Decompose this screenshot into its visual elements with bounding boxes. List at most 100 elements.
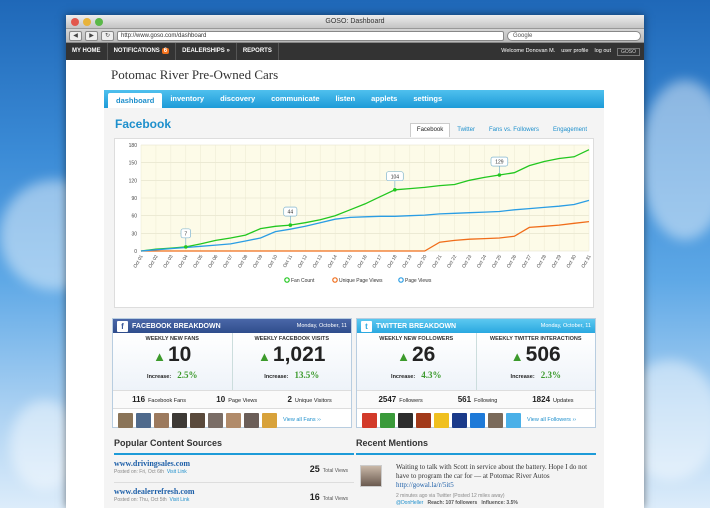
list-item: www.dealerrefresh.com Posted on: Thu, Oc… — [114, 483, 354, 508]
facebook-logo-icon: f — [117, 320, 128, 332]
nav-dealerships[interactable]: DEALERSHIPS » — [176, 43, 237, 60]
nav-reports[interactable]: REPORTS — [237, 43, 279, 60]
x-tick-label: Oct 23 — [461, 254, 473, 270]
nav-my-home[interactable]: MY HOME — [66, 43, 108, 60]
legend-label: Fan Count — [291, 278, 315, 284]
section-title: Facebook — [115, 117, 172, 131]
avatar[interactable] — [360, 465, 382, 487]
visit-link[interactable]: Visit Link — [167, 469, 187, 475]
callout-label: 44 — [288, 210, 294, 216]
visit-link[interactable]: Visit Link — [170, 497, 190, 503]
fan-avatar[interactable] — [136, 413, 151, 428]
fan-avatar[interactable] — [244, 413, 259, 428]
tab-settings[interactable]: settings — [405, 90, 450, 108]
x-tick-label: Oct 20 — [416, 254, 428, 270]
welcome-text: Welcome Donovan M. — [501, 47, 556, 54]
follower-avatar[interactable] — [434, 413, 449, 428]
increase-label: Increase: — [510, 374, 535, 380]
chart-tab-engagement[interactable]: Engagement — [546, 123, 594, 137]
address-bar[interactable]: http://www.goso.com/dashboard — [117, 30, 504, 41]
x-tick-label: Oct 27 — [521, 254, 533, 270]
tab-communicate[interactable]: communicate — [263, 90, 327, 108]
x-tick-label: Oct 05 — [192, 254, 204, 270]
x-tick-label: Oct 09 — [252, 254, 264, 270]
back-button[interactable]: ◀ — [69, 30, 82, 41]
fan-avatar[interactable] — [118, 413, 133, 428]
fan-avatar[interactable] — [226, 413, 241, 428]
data-point — [393, 187, 397, 192]
increase-label: Increase: — [264, 374, 289, 380]
tab-dashboard[interactable]: dashboard — [108, 93, 163, 108]
close-window-button[interactable] — [71, 18, 79, 26]
mention-item: Waiting to talk with Scott in service ab… — [356, 455, 596, 506]
x-tick-label: Oct 24 — [476, 254, 488, 270]
callout-label: 104 — [391, 174, 400, 180]
x-tick-label: Oct 26 — [506, 254, 518, 270]
x-tick-label: Oct 16 — [356, 254, 368, 270]
data-point — [184, 245, 188, 249]
x-tick-label: Oct 03 — [162, 254, 174, 270]
tab-listen[interactable]: listen — [328, 90, 364, 108]
x-tick-label: Oct 10 — [267, 254, 279, 270]
fan-avatar[interactable] — [262, 413, 277, 428]
chart-tab-facebook[interactable]: Facebook — [409, 123, 451, 137]
search-field[interactable]: Google — [507, 30, 641, 41]
zoom-window-button[interactable] — [95, 18, 103, 26]
updates-count: 1824 — [532, 395, 551, 404]
callout-label: 7 — [184, 231, 187, 237]
count-label: Updates — [553, 398, 574, 404]
reload-icon[interactable]: ↻ — [101, 30, 114, 41]
user-profile-link[interactable]: user profile — [561, 48, 588, 56]
x-tick-label: Oct 01 — [132, 254, 144, 270]
mention-influence: Influence: 3.5% — [481, 500, 518, 506]
count-label: Facebook Fans — [148, 398, 186, 404]
unique-visitors-count: 2 — [287, 395, 292, 404]
y-tick-label: 90 — [131, 196, 137, 202]
x-tick-label: Oct 11 — [282, 254, 294, 269]
minimize-window-button[interactable] — [83, 18, 91, 26]
fan-avatar[interactable] — [190, 413, 205, 428]
log-out-link[interactable]: log out — [594, 48, 611, 56]
x-tick-label: Oct 06 — [207, 254, 219, 270]
tab-inventory[interactable]: inventory — [162, 90, 212, 108]
follower-avatar[interactable] — [488, 413, 503, 428]
up-arrow-icon: ▲ — [153, 349, 166, 364]
follower-avatar[interactable] — [416, 413, 431, 428]
mention-user[interactable]: @DonHeller — [396, 500, 423, 506]
x-tick-label: Oct 15 — [342, 254, 354, 270]
mention-link[interactable]: http://gowal.la/r/5it5 — [396, 481, 454, 489]
y-tick-label: 30 — [131, 231, 137, 237]
following-count: 561 — [457, 395, 472, 404]
follower-avatar[interactable] — [452, 413, 467, 428]
weekly-twitter-interactions-stat: WEEKLY TWITTER INTERACTIONS ▲506 Increas… — [477, 333, 596, 390]
fan-avatar[interactable] — [208, 413, 223, 428]
fan-avatar[interactable] — [154, 413, 169, 428]
up-arrow-icon: ▲ — [510, 349, 524, 364]
follower-avatar[interactable] — [506, 413, 521, 428]
increase-value: 2.5% — [177, 370, 198, 380]
x-tick-label: Oct 28 — [536, 254, 548, 270]
tab-discovery[interactable]: discovery — [212, 90, 263, 108]
tab-applets[interactable]: applets — [363, 90, 405, 108]
fan-avatar[interactable] — [172, 413, 187, 428]
posted-date: Posted on: Fri, Oct 6th — [114, 469, 165, 475]
follower-avatar[interactable] — [380, 413, 395, 428]
nav-notifications[interactable]: NOTIFICATIONS 6 — [108, 43, 177, 60]
weekly-new-followers-stat: WEEKLY NEW FOLLOWERS ▲26 Increase: 4.3% — [357, 333, 477, 390]
legend-label: Page Views — [405, 278, 432, 284]
forward-button[interactable]: ▶ — [85, 30, 98, 41]
follower-avatar[interactable] — [362, 413, 377, 428]
facebook-panel-title: FACEBOOK BREAKDOWN — [132, 322, 221, 330]
x-tick-label: Oct 07 — [222, 254, 234, 270]
total-views: 25 — [309, 464, 320, 474]
x-tick-label: Oct 31 — [580, 254, 592, 270]
chart-tab-twitter[interactable]: Twitter — [450, 123, 482, 137]
view-all-followers-link[interactable]: View all Followers ›› — [527, 417, 576, 424]
follower-avatar[interactable] — [398, 413, 413, 428]
notification-count-badge: 6 — [161, 48, 170, 54]
x-tick-label: Oct 02 — [147, 254, 159, 270]
posted-date: Posted on: Thu, Oct 5th — [114, 497, 167, 503]
view-all-fans-link[interactable]: View all Fans ›› — [283, 417, 321, 424]
chart-tab-fans-vs-followers[interactable]: Fans vs. Followers — [482, 123, 546, 137]
follower-avatar[interactable] — [470, 413, 485, 428]
